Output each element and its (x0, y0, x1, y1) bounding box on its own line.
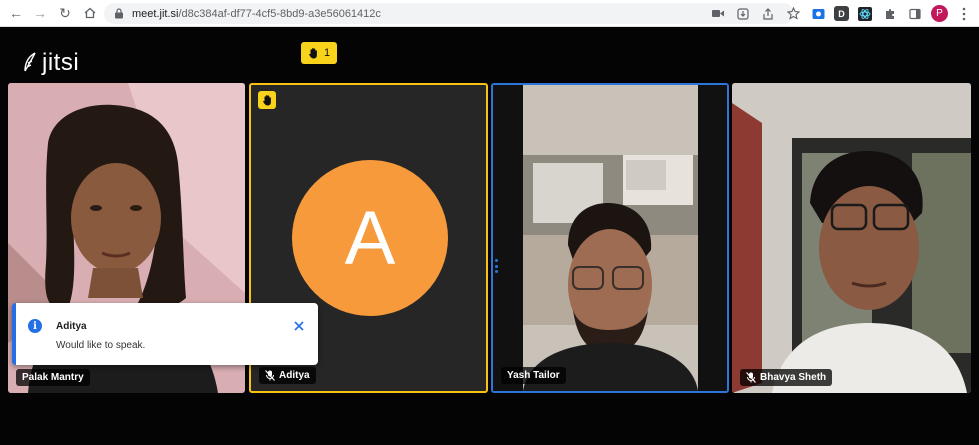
forward-icon[interactable]: → (30, 3, 50, 23)
raised-hand-badge (258, 91, 276, 109)
home-icon[interactable] (80, 3, 100, 23)
info-icon: i (28, 319, 42, 333)
participant-avatar: A (292, 160, 448, 316)
participant-video (493, 85, 727, 391)
extensions-puzzle-icon[interactable] (881, 5, 899, 23)
meeting-stage: jitsi 1 Palak Mantry A Aditya Yash Tailo… (0, 27, 979, 445)
notification-message: Would like to speak. (56, 340, 146, 351)
d-extension-icon[interactable]: D (834, 6, 849, 21)
side-panel-icon[interactable] (906, 5, 924, 23)
logo-text: jitsi (42, 49, 80, 76)
jitsi-feather-icon (24, 52, 36, 72)
url-path: /d8c384af-df77-4cf5-8bd9-a3e56061412c (178, 7, 381, 20)
camera-icon[interactable] (709, 5, 727, 23)
participant-name: Palak Mantry (22, 372, 84, 383)
kebab-menu-icon[interactable] (955, 5, 973, 23)
participant-name: Bhavya Sheth (760, 372, 827, 383)
notification-title: Aditya (56, 321, 87, 332)
share-icon[interactable] (759, 5, 777, 23)
raised-hand-icon (309, 48, 317, 59)
raise-hand-notification[interactable]: i Aditya Would like to speak. (12, 303, 318, 365)
mic-muted-icon (746, 372, 756, 383)
participant-name-label: Palak Mantry (16, 369, 90, 386)
participant-name: Yash Tailor (507, 370, 560, 381)
profile-avatar[interactable]: P (931, 5, 948, 22)
install-app-icon[interactable] (734, 5, 752, 23)
reload-icon[interactable]: ↻ (55, 3, 75, 23)
tile-menu-handle[interactable] (495, 259, 499, 273)
browser-toolbar: ← → ↻ meet.jit.si/d8c384af-df77-4cf5-8bd… (0, 0, 979, 27)
participant-name-label: Aditya (259, 367, 316, 384)
address-bar[interactable]: meet.jit.si/d8c384af-df77-4cf5-8bd9-a3e5… (104, 3, 794, 24)
raised-hands-indicator[interactable]: 1 (301, 42, 337, 64)
screen-record-extension-icon[interactable] (809, 5, 827, 23)
raised-hands-count: 1 (323, 47, 331, 59)
participant-tile-yash-tailor[interactable]: Yash Tailor (491, 83, 729, 393)
raised-hand-icon (262, 95, 271, 106)
mic-muted-icon (265, 370, 275, 381)
lock-icon (115, 8, 123, 19)
participant-name-label: Yash Tailor (501, 367, 566, 384)
bookmark-star-icon[interactable] (784, 5, 802, 23)
participant-name-label: Bhavya Sheth (740, 369, 833, 386)
url-host: meet.jit.si (132, 7, 179, 20)
react-devtools-icon[interactable] (856, 5, 874, 23)
back-icon[interactable]: ← (6, 3, 26, 23)
extension-bar: D P (709, 4, 973, 23)
participant-name: Aditya (279, 370, 310, 381)
jitsi-logo[interactable]: jitsi (22, 49, 79, 77)
close-icon[interactable] (292, 319, 306, 333)
participant-tile-bhavya-sheth[interactable]: Bhavya Sheth (732, 83, 971, 393)
participant-video (732, 83, 971, 393)
